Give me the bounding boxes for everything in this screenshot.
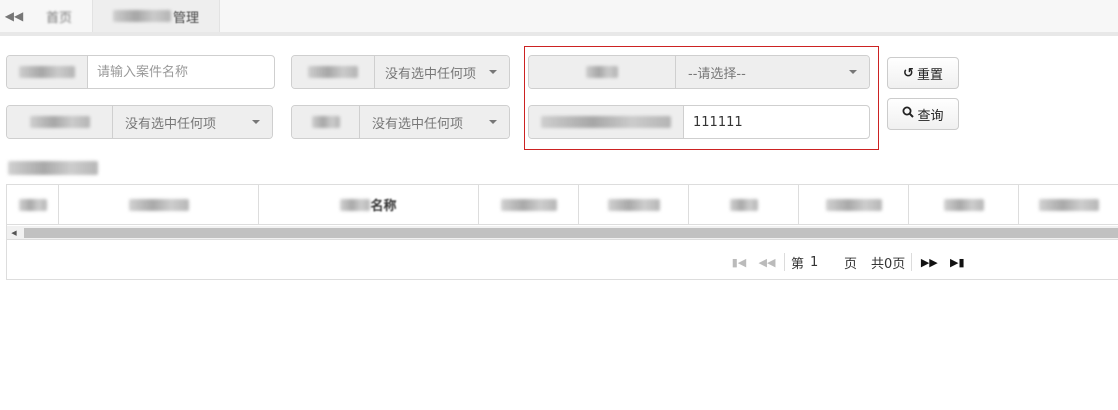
prev-page-button[interactable]: ◀◀: [756, 251, 778, 273]
undo-icon: ↺: [903, 65, 914, 81]
tab-bar: ◀◀ 首页 管理: [0, 0, 1118, 36]
column-header[interactable]: [479, 185, 579, 224]
tab-active-label: 管理: [172, 10, 199, 26]
tab-label-redacted: [112, 10, 171, 22]
prev-page-icon: ◀◀: [758, 255, 776, 269]
reset-button-label: 重置: [916, 67, 943, 83]
select-c-label: [7, 106, 113, 138]
caret-down-icon: [489, 70, 497, 74]
select-d-dropdown[interactable]: 没有选中任何项: [360, 106, 509, 138]
double-chevron-left-icon: ◀◀: [4, 9, 24, 23]
pager-divider: [784, 253, 785, 271]
tab-case-management[interactable]: 管理: [92, 0, 220, 32]
select-b-dropdown[interactable]: --请选择--: [676, 56, 869, 88]
caret-down-icon: [252, 120, 260, 124]
last-page-button[interactable]: ▶▮: [946, 251, 968, 273]
case-name-input[interactable]: [88, 56, 274, 88]
text-e-label: [529, 106, 684, 138]
column-header[interactable]: [689, 185, 799, 224]
column-header[interactable]: [909, 185, 1019, 224]
tab-scroll-back-button[interactable]: ◀◀: [0, 0, 28, 32]
reset-button[interactable]: ↺ 重置: [887, 57, 959, 89]
column-header-checkbox[interactable]: [7, 185, 59, 224]
select-d-label: [292, 106, 360, 138]
scrollbar-thumb[interactable]: [24, 228, 1118, 238]
page-number-input[interactable]: [808, 252, 839, 272]
query-button-label: 查询: [917, 108, 944, 124]
page-prefix-label: 第: [791, 256, 805, 272]
query-button[interactable]: 查询: [887, 98, 959, 130]
column-header-label: 名称: [370, 199, 397, 214]
select-c-value: 没有选中任何项: [125, 116, 217, 132]
first-page-icon: ▮◀: [731, 255, 747, 269]
column-header-name[interactable]: 名称: [259, 185, 479, 224]
select-b-field: --请选择--: [528, 55, 870, 89]
horizontal-scrollbar[interactable]: ◀: [7, 226, 1118, 240]
column-header[interactable]: [799, 185, 909, 224]
caret-down-icon: [849, 70, 857, 74]
select-b-value: --请选择--: [688, 66, 746, 82]
tab-home[interactable]: 首页: [30, 0, 88, 32]
select-c-field: 没有选中任何项: [6, 105, 273, 139]
select-a-label: [292, 56, 375, 88]
column-header[interactable]: [59, 185, 259, 224]
select-a-field: 没有选中任何项: [291, 55, 510, 89]
last-page-icon: ▶▮: [950, 255, 965, 269]
select-c-dropdown[interactable]: 没有选中任何项: [113, 106, 272, 138]
next-page-button[interactable]: ▶▶: [918, 251, 940, 273]
column-header[interactable]: [1019, 185, 1118, 224]
next-page-icon: ▶▶: [920, 255, 938, 269]
select-d-field: 没有选中任何项: [291, 105, 510, 139]
select-d-value: 没有选中任何项: [372, 116, 464, 132]
section-title: [8, 156, 128, 180]
text-e-field: 111111: [528, 105, 870, 139]
case-name-field: [6, 55, 275, 89]
case-name-label: [7, 56, 88, 88]
select-a-value: 没有选中任何项: [385, 66, 477, 82]
column-header[interactable]: [579, 185, 689, 224]
first-page-button[interactable]: ▮◀: [728, 251, 750, 273]
select-a-dropdown[interactable]: 没有选中任何项: [375, 56, 509, 88]
pager-divider: [911, 253, 913, 271]
search-icon: [902, 106, 915, 122]
table-header-row: 名称: [7, 185, 1118, 225]
pagination: ▮◀ ◀◀ 第 页 共0页 ▶▶ ▶▮: [728, 248, 998, 276]
text-e-input[interactable]: 111111: [684, 106, 869, 138]
total-pages-label: 共0页: [871, 256, 906, 272]
caret-down-icon: [489, 120, 497, 124]
select-b-label: [529, 56, 676, 88]
tab-home-label: 首页: [45, 10, 72, 26]
page-suffix-label: 页: [844, 256, 858, 272]
text-e-value: 111111: [693, 114, 743, 130]
scroll-left-icon[interactable]: ◀: [7, 226, 21, 240]
